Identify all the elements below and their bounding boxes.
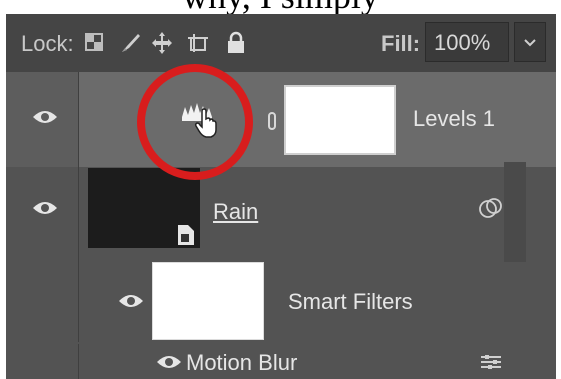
chevron-down-icon bbox=[524, 39, 536, 47]
layers-panel: Lock: Fill: 100% Levels 1 Rain Smart Fil… bbox=[6, 14, 556, 379]
layer-mask-thumbnail[interactable] bbox=[284, 85, 396, 155]
layer-row-rain[interactable]: Rain bbox=[6, 167, 556, 262]
lock-bar: Lock: Fill: 100% bbox=[6, 14, 556, 72]
smart-filter-options-icon[interactable] bbox=[478, 197, 504, 219]
lock-transparent-pixels-icon[interactable] bbox=[83, 30, 107, 56]
visibility-column bbox=[6, 167, 79, 262]
filter-blending-options-icon[interactable] bbox=[479, 352, 503, 372]
visibility-column bbox=[6, 262, 79, 342]
eye-icon[interactable] bbox=[32, 109, 58, 125]
fill-opacity-input[interactable]: 100% bbox=[425, 22, 509, 62]
visibility-column bbox=[6, 72, 79, 167]
layer-name-rain[interactable]: Rain bbox=[213, 199, 258, 225]
visibility-column bbox=[6, 344, 79, 379]
layer-name-motion-blur[interactable]: Motion Blur bbox=[186, 350, 297, 376]
smart-filter-mask-thumbnail[interactable] bbox=[152, 262, 264, 340]
lock-image-pixels-icon[interactable] bbox=[118, 30, 142, 56]
layer-name-levels[interactable]: Levels 1 bbox=[413, 106, 495, 132]
eye-icon[interactable] bbox=[156, 354, 182, 370]
lock-position-icon[interactable] bbox=[150, 30, 174, 56]
fill-label: Fill: bbox=[381, 31, 421, 56]
layer-name-smart-filters[interactable]: Smart Filters bbox=[288, 289, 413, 315]
eye-icon[interactable] bbox=[32, 200, 58, 216]
prevent-autonest-icon[interactable] bbox=[186, 30, 210, 56]
fill-dropdown-button[interactable] bbox=[514, 22, 546, 62]
layer-row-levels[interactable]: Levels 1 bbox=[6, 72, 556, 167]
layer-row-smart-filters[interactable]: Smart Filters bbox=[6, 262, 556, 342]
lock-label: Lock: bbox=[21, 31, 74, 56]
layer-row-motion-blur[interactable]: Motion Blur bbox=[6, 344, 556, 379]
chain-link-icon[interactable] bbox=[268, 112, 276, 130]
smart-object-badge-icon bbox=[178, 225, 194, 245]
levels-adjustment-icon[interactable] bbox=[178, 99, 220, 139]
eye-icon[interactable] bbox=[118, 293, 144, 309]
lock-all-icon[interactable] bbox=[224, 30, 248, 56]
